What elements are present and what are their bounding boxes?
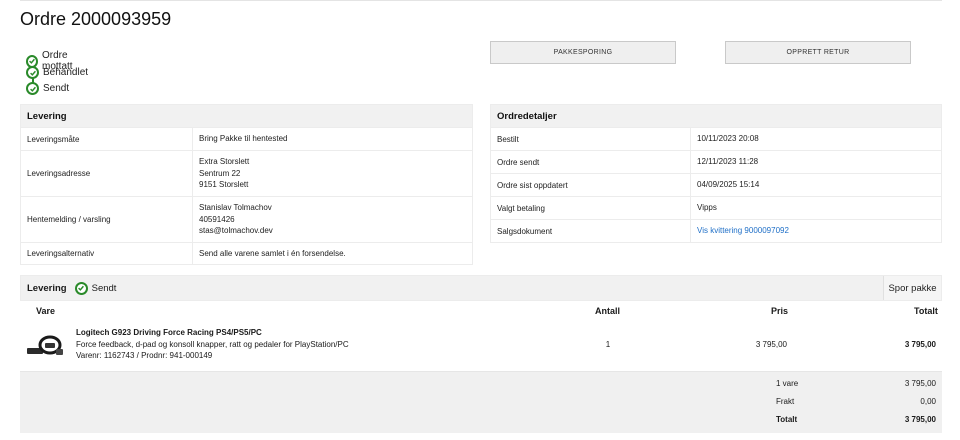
row-value: Vipps bbox=[697, 203, 717, 213]
table-row: Logitech G923 Driving Force Racing PS4/P… bbox=[20, 323, 942, 371]
row-label: Leveringsmåte bbox=[21, 128, 193, 150]
row-label: Leveringsadresse bbox=[21, 151, 193, 196]
summary-label: Totalt bbox=[776, 415, 798, 424]
row-value: Bring Pakke til hentested bbox=[193, 128, 288, 150]
pickup-notification-row: Hentemelding / varsling Stanislav Tolmac… bbox=[21, 196, 472, 242]
delivery-info-panel: Levering Leveringsmåte Bring Pakke til h… bbox=[20, 104, 473, 265]
receipt-link[interactable]: Vis kvittering 9000097092 bbox=[691, 220, 789, 242]
product-price: 3 795,00 bbox=[755, 340, 787, 349]
value-line: Stanislav Tolmachov bbox=[199, 203, 272, 213]
row-value: 04/09/2025 15:14 bbox=[697, 180, 760, 190]
ordered-row: Bestilt 10/11/2023 20:08 bbox=[491, 127, 941, 150]
row-label: Bestilt bbox=[491, 128, 691, 150]
order-summary: 1 vare 3 795,00 Frakt 0,00 Totalt 3 795,… bbox=[20, 371, 942, 433]
summary-shipping-row: Frakt 0,00 bbox=[20, 397, 942, 411]
summary-subtotal-row: 1 vare 3 795,00 bbox=[20, 379, 942, 393]
product-description: Force feedback, d-pad og konsoll knapper… bbox=[76, 340, 349, 349]
column-header-total: Totalt bbox=[914, 306, 938, 316]
package-tracking-button[interactable]: PAKKESPORING bbox=[490, 41, 676, 64]
product-sku: Varenr: 1162743 / Prodnr: 941-000149 bbox=[76, 351, 213, 360]
row-value: 12/11/2023 11:28 bbox=[697, 157, 759, 167]
summary-label: 1 vare bbox=[776, 379, 799, 388]
status-step-label: Sendt bbox=[43, 83, 70, 94]
row-label: Valgt betaling bbox=[491, 197, 691, 219]
delivery-info-heading: Levering bbox=[21, 105, 472, 127]
last-updated-row: Ordre sist oppdatert 04/09/2025 15:14 bbox=[491, 173, 941, 196]
column-header-price: Pris bbox=[771, 306, 789, 316]
delivery-method-row: Leveringsmåte Bring Pakke til hentested bbox=[21, 127, 472, 150]
check-circle-icon bbox=[74, 281, 88, 295]
order-details-heading: Ordredetaljer bbox=[491, 105, 941, 127]
track-package-button[interactable]: Spor pakke bbox=[883, 276, 941, 300]
payment-row: Valgt betaling Vipps bbox=[491, 196, 941, 219]
shipment-status-label: Sendt bbox=[91, 282, 117, 294]
row-label: Leveringsalternativ bbox=[21, 243, 193, 264]
delivery-option-row: Leveringsalternativ Send alle varene sam… bbox=[21, 242, 472, 264]
value-line: 40591426 bbox=[199, 214, 235, 224]
value-line: stas@tolmachov.dev bbox=[199, 226, 273, 236]
product-name[interactable]: Logitech G923 Driving Force Racing PS4/P… bbox=[76, 328, 262, 337]
racing-wheel-product-image[interactable] bbox=[26, 335, 64, 357]
check-circle-icon bbox=[26, 66, 39, 79]
shipment-status: Sendt bbox=[74, 281, 117, 295]
row-label: Hentemelding / varsling bbox=[21, 197, 193, 242]
delivery-address-row: Leveringsadresse Extra Storslett Sentrum… bbox=[21, 150, 472, 196]
value-line: Extra Storslett bbox=[199, 157, 250, 167]
top-divider bbox=[20, 0, 942, 1]
value-line: Bring Pakke til hentested bbox=[199, 134, 288, 144]
status-step-sent: Sendt bbox=[26, 82, 69, 95]
row-value: Send alle varene samlet i én forsendelse… bbox=[193, 243, 346, 264]
sales-document-row: Salgsdokument Vis kvittering 9000097092 bbox=[491, 219, 941, 242]
row-value: Stanislav Tolmachov 40591426 stas@tolmac… bbox=[193, 197, 273, 242]
row-value: 10/11/2023 20:08 bbox=[697, 134, 759, 144]
page-title: Ordre 2000093959 bbox=[20, 9, 172, 29]
row-value: Extra Storslett Sentrum 22 9151 Storslet… bbox=[193, 151, 249, 196]
row-label: Salgsdokument bbox=[491, 220, 691, 242]
shipment-header: Levering Sendt Spor pakke bbox=[20, 275, 942, 301]
column-header-qty: Antall bbox=[595, 306, 621, 316]
column-header-item: Vare bbox=[36, 306, 56, 316]
summary-label: Frakt bbox=[776, 397, 795, 406]
row-label: Ordre sendt bbox=[491, 151, 691, 173]
order-sent-row: Ordre sendt 12/11/2023 11:28 bbox=[491, 150, 941, 173]
value-line: 9151 Storslett bbox=[199, 180, 249, 190]
summary-total-row: Totalt 3 795,00 bbox=[20, 415, 942, 429]
summary-value: 3 795,00 bbox=[904, 379, 936, 388]
row-label: Ordre sist oppdatert bbox=[491, 174, 691, 196]
value-line: Sentrum 22 bbox=[199, 168, 241, 178]
shipment-title: Levering bbox=[27, 282, 67, 294]
product-total: 3 795,00 bbox=[904, 340, 936, 349]
summary-value: 3 795,00 bbox=[904, 415, 936, 424]
product-qty: 1 bbox=[605, 340, 611, 349]
check-circle-icon bbox=[26, 82, 39, 95]
value-line: Send alle varene samlet i én forsendelse… bbox=[199, 248, 346, 258]
items-table-header: Vare Antall Pris Totalt bbox=[20, 301, 942, 321]
create-return-button[interactable]: OPPRETT RETUR bbox=[725, 41, 911, 64]
order-details-panel: Ordredetaljer Bestilt 10/11/2023 20:08 O… bbox=[490, 104, 942, 243]
status-step-label: Behandlet bbox=[43, 67, 89, 78]
summary-value: 0,00 bbox=[920, 397, 936, 406]
status-step-processed: Behandlet bbox=[26, 66, 88, 79]
